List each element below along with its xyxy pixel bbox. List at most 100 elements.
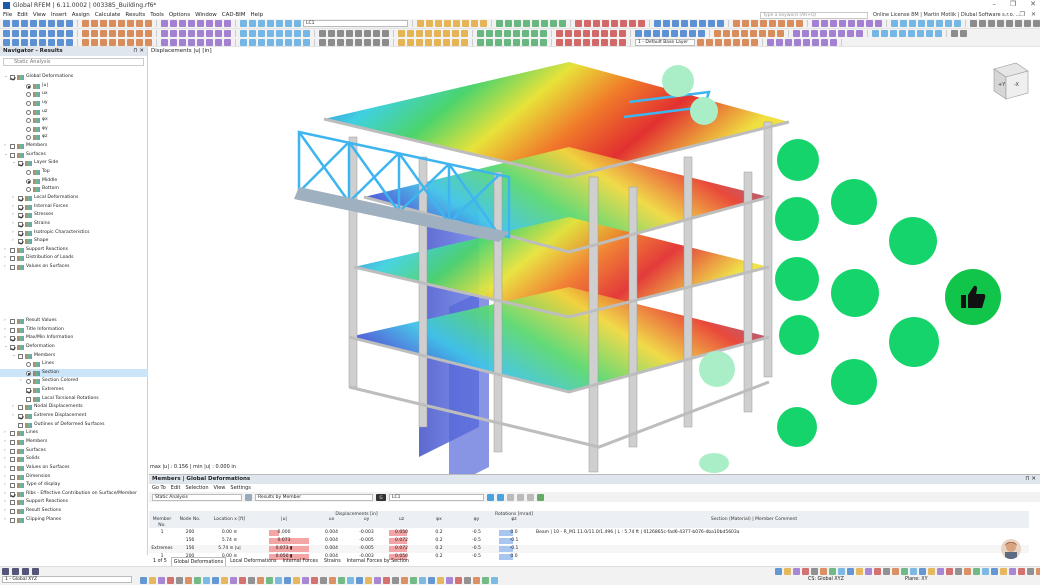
toolbar-tool-icon[interactable] (285, 30, 292, 37)
status-tool-icon[interactable] (437, 577, 444, 584)
checkbox[interactable] (10, 256, 15, 262)
toolbar-tool-icon[interactable] (443, 38, 450, 46)
toolbar-tool-icon[interactable] (654, 20, 661, 27)
toolbar-tool-icon[interactable] (513, 38, 520, 46)
status-tool-icon[interactable] (1000, 568, 1007, 575)
tree-item[interactable]: › Members (0, 438, 148, 447)
toolbar-tool-icon[interactable] (935, 30, 942, 37)
tree-item[interactable]: › Values on Surfaces (0, 263, 148, 272)
column-header[interactable]: |u| (254, 517, 314, 525)
toolbar-tool-icon[interactable] (161, 30, 168, 37)
menu-cadbim[interactable]: CAD-BIM (222, 12, 246, 18)
toolbar-tool-icon[interactable] (690, 20, 697, 27)
status-tool-icon[interactable] (311, 577, 318, 584)
checkbox[interactable] (26, 396, 31, 402)
pager[interactable]: 1 of 5 (151, 557, 169, 566)
radio[interactable] (26, 170, 31, 176)
toolbar-tool-icon[interactable] (751, 38, 758, 46)
toolbar-tool-icon[interactable] (109, 20, 116, 27)
checkbox[interactable] (18, 161, 23, 167)
toolbar-tool-icon[interactable] (927, 20, 934, 27)
status-tool-icon[interactable] (347, 577, 354, 584)
toolbar-tool-icon[interactable] (856, 30, 863, 37)
toolbar-tool-icon[interactable] (875, 20, 882, 27)
column-header[interactable]: φy (459, 517, 494, 525)
toolbar-tool-icon[interactable] (382, 38, 389, 46)
tree-item[interactable]: › Strains (0, 220, 148, 229)
chevron-down-icon[interactable]: ⌄ (4, 151, 8, 160)
toolbar-tool-icon[interactable] (407, 38, 414, 46)
status-tool-icon[interactable] (883, 568, 890, 575)
toolbar-tool-icon[interactable] (224, 30, 231, 37)
toolbar-tool-icon[interactable] (258, 20, 265, 27)
toolbar-tool-icon[interactable] (522, 30, 529, 37)
toolbar-tool-icon[interactable] (407, 30, 414, 37)
toolbar-tool-icon[interactable] (364, 30, 371, 37)
toolbar-tool-icon[interactable] (82, 38, 89, 46)
toolbar-tool-icon[interactable] (715, 38, 722, 46)
status-tool-icon[interactable] (365, 577, 372, 584)
toolbar-tool-icon[interactable] (249, 30, 256, 37)
column-header[interactable]: φz (494, 517, 534, 525)
tree-item[interactable]: › Local Deformations (0, 194, 148, 203)
status-tool-icon[interactable] (964, 568, 971, 575)
toolbar-tool-icon[interactable] (215, 20, 222, 27)
status-tool-icon[interactable] (248, 577, 255, 584)
chevron-right-icon[interactable]: › (12, 229, 16, 238)
toolbar-tool-icon[interactable] (197, 30, 204, 37)
toolbar-tool-icon[interactable] (319, 30, 326, 37)
toolbar-tool-icon[interactable] (838, 30, 845, 37)
toolbar-tool-icon[interactable] (796, 20, 803, 27)
menu-edit[interactable]: Edit (17, 12, 28, 18)
tree-item[interactable]: ⌄ Layer Side (0, 159, 148, 168)
radio[interactable] (26, 379, 31, 385)
toolbar-tool-icon[interactable] (100, 30, 107, 37)
toolbar-tool-icon[interactable] (197, 38, 204, 46)
status-tool-icon[interactable] (374, 577, 381, 584)
toolbar-tool-icon[interactable] (872, 30, 879, 37)
chevron-right-icon[interactable]: › (4, 142, 8, 151)
lc-select[interactable]: LC1 (303, 20, 408, 27)
toolbar-tool-icon[interactable] (206, 20, 213, 27)
tab-strains[interactable]: Strains (322, 557, 343, 566)
chevron-right-icon[interactable]: › (12, 412, 16, 421)
video-icon[interactable] (22, 568, 29, 575)
status-tool-icon[interactable] (856, 568, 863, 575)
tree-item[interactable]: › Solids (0, 455, 148, 464)
toolbar-tool-icon[interactable] (909, 20, 916, 27)
checkbox[interactable] (10, 327, 15, 333)
chevron-right-icon[interactable]: › (4, 481, 8, 490)
toolbar-tool-icon[interactable] (602, 20, 609, 27)
menu-calculate[interactable]: Calculate (95, 12, 121, 18)
status-tool-icon[interactable] (275, 577, 282, 584)
analysis-select[interactable]: Static Analysis (3, 58, 144, 66)
table-row[interactable]: 156 5.74 ≡ 0.073 0.004 -0.005 0.072 0.2 -0.5 -0.… (149, 537, 1029, 545)
toolbar-tool-icon[interactable] (91, 30, 98, 37)
status-tool-icon[interactable] (212, 577, 219, 584)
toolbar-tool-icon[interactable] (830, 38, 837, 46)
tree-item[interactable]: uy (0, 99, 148, 108)
toolbar-tool-icon[interactable] (802, 30, 809, 37)
status-tool-icon[interactable] (901, 568, 908, 575)
tree-item[interactable]: › Shape (0, 237, 148, 246)
checkbox[interactable] (10, 265, 15, 271)
toolbar-tool-icon[interactable] (48, 30, 55, 37)
status-tool-icon[interactable] (329, 577, 336, 584)
checkbox[interactable] (10, 457, 15, 463)
tree-item[interactable]: ⌄ Deformation (0, 343, 148, 352)
status-tool-icon[interactable] (410, 577, 417, 584)
tree-item[interactable]: Bottom (0, 185, 148, 194)
status-tool-icon[interactable] (338, 577, 345, 584)
panel-close-icon[interactable]: ⊓ ✕ (1025, 475, 1036, 484)
toolbar-tool-icon[interactable] (100, 20, 107, 27)
tree-item[interactable]: Middle (0, 177, 148, 186)
toolbar-tool-icon[interactable] (866, 20, 873, 27)
toolbar-tool-icon[interactable] (294, 30, 301, 37)
toolbar-tool-icon[interactable] (303, 38, 310, 46)
toolbar-tool-icon[interactable] (179, 38, 186, 46)
toolbar-tool-icon[interactable] (3, 20, 10, 27)
toolbar-tool-icon[interactable] (170, 30, 177, 37)
status-tool-icon[interactable] (185, 577, 192, 584)
status-tool-icon[interactable] (865, 568, 872, 575)
toolbar-tool-icon[interactable] (644, 30, 651, 37)
